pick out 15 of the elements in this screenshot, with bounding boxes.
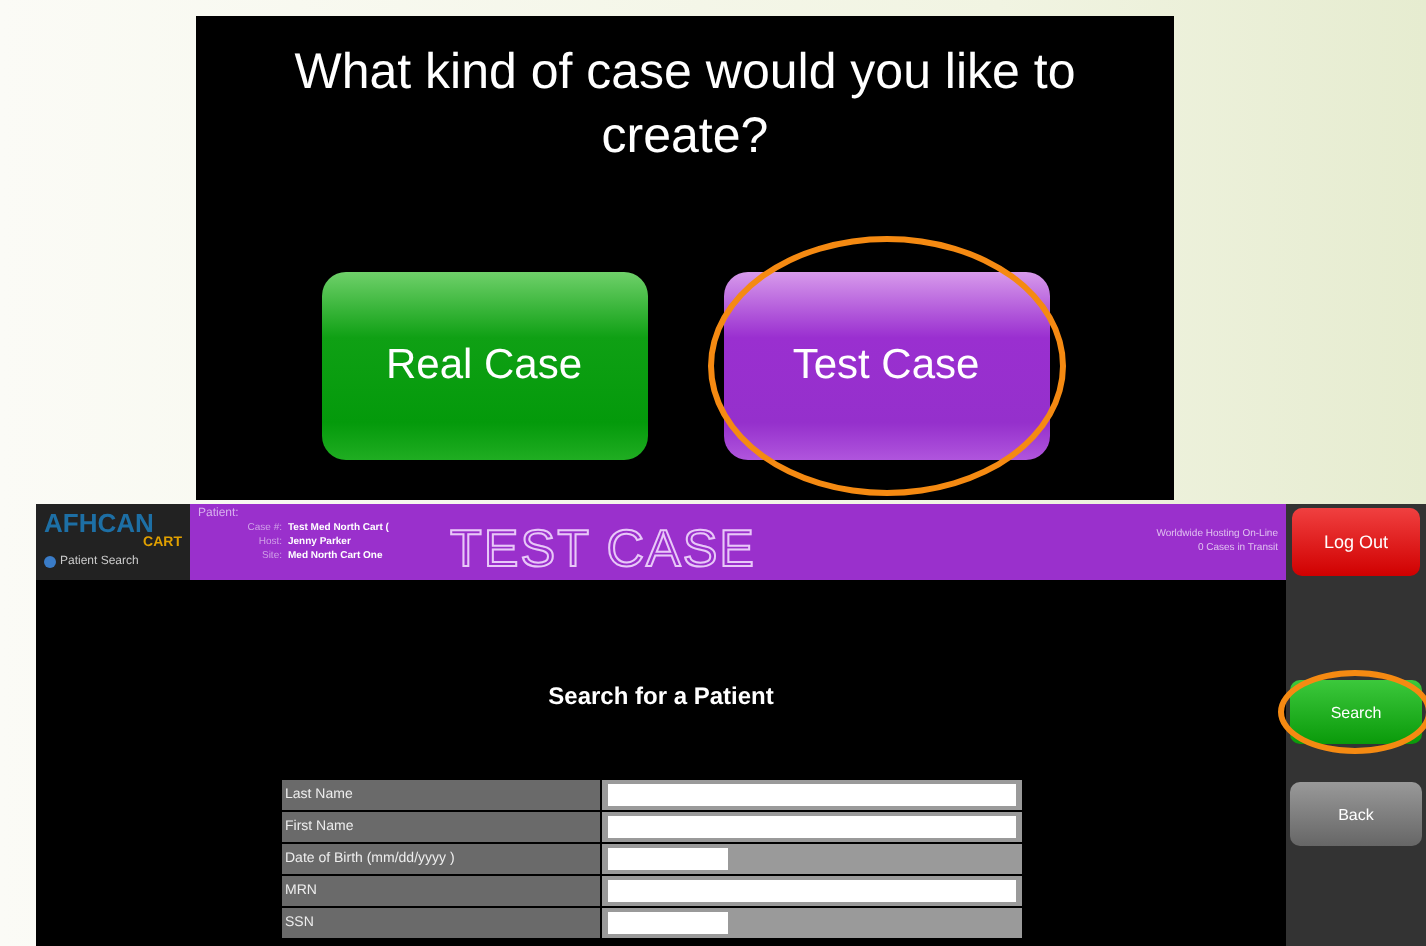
input-field[interactable] <box>607 880 1015 902</box>
logo-text: AFHCAN <box>44 510 154 536</box>
circle-icon <box>44 556 56 568</box>
input-field[interactable] <box>607 816 1015 838</box>
input-field[interactable] <box>607 912 727 934</box>
back-button[interactable]: Back <box>1290 782 1422 846</box>
input-field[interactable] <box>607 784 1015 806</box>
input-field[interactable] <box>607 848 727 870</box>
page-title: Search for a Patient <box>548 682 774 710</box>
question-text: What kind of case would you like to create? <box>292 42 1078 168</box>
test-case-title: TEST CASE <box>450 520 757 576</box>
case-type-button[interactable]: Test Case <box>723 272 1049 460</box>
log-out-button[interactable]: Log Out <box>1292 508 1420 576</box>
case-type-button[interactable]: Real Case <box>321 272 647 460</box>
search-button[interactable]: Search <box>1290 680 1422 744</box>
